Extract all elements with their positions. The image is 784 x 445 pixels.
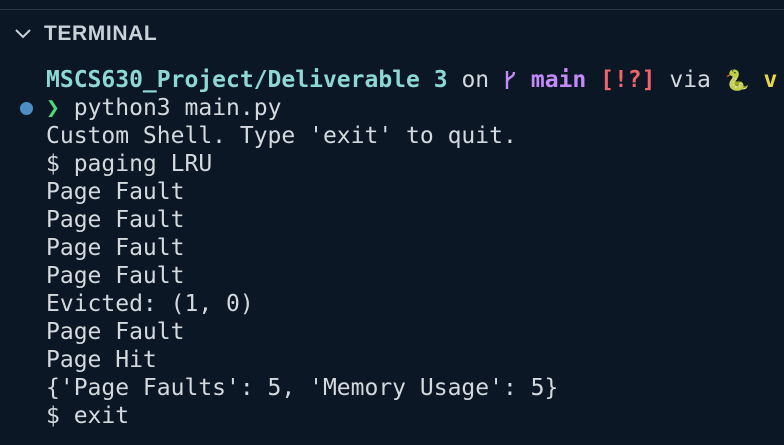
prompt-line: MSCS630_Project/Deliverable 3 on main [!… bbox=[0, 66, 784, 94]
prompt-on: on bbox=[461, 67, 490, 93]
prompt-via: via bbox=[669, 67, 711, 93]
output-line: $ exit bbox=[46, 403, 130, 429]
output-line: {'Page Faults': 5, 'Memory Usage': 5} bbox=[46, 375, 559, 401]
command-line: ❯ python3 main.py bbox=[0, 94, 784, 122]
output-line: $ paging LRU bbox=[46, 151, 213, 177]
git-status: [!?] bbox=[600, 67, 656, 93]
output-line: Page Hit bbox=[46, 347, 157, 373]
terminal-section-header[interactable]: TERMINAL bbox=[0, 18, 157, 50]
git-branch-name: main bbox=[530, 67, 587, 93]
python-version: v bbox=[763, 67, 778, 93]
command-decoration-icon[interactable] bbox=[20, 102, 33, 115]
prompt-path: MSCS630_Project/Deliverable 3 bbox=[46, 67, 448, 93]
output-line: Page Fault bbox=[46, 235, 185, 261]
command-text: python3 main.py bbox=[73, 95, 282, 121]
chevron-down-icon[interactable] bbox=[14, 28, 32, 40]
output-line: Page Fault bbox=[46, 319, 185, 345]
output-line: Custom Shell. Type 'exit' to quit. bbox=[46, 123, 517, 149]
git-branch-icon bbox=[503, 66, 517, 94]
output-line: Evicted: (1, 0) bbox=[46, 291, 254, 317]
prompt-arrow: ❯ bbox=[46, 95, 60, 121]
terminal-output[interactable]: MSCS630_Project/Deliverable 3 on main [!… bbox=[0, 66, 784, 430]
terminal-panel: TERMINAL MSCS630_Project/Deliverable 3 o… bbox=[0, 0, 784, 445]
output-line: Page Fault bbox=[46, 263, 185, 289]
output-line: Page Fault bbox=[46, 179, 185, 205]
output-line: Page Fault bbox=[46, 207, 185, 233]
panel-divider bbox=[0, 0, 784, 10]
terminal-title: TERMINAL bbox=[44, 22, 158, 45]
python-icon: 🐍 bbox=[724, 68, 750, 92]
